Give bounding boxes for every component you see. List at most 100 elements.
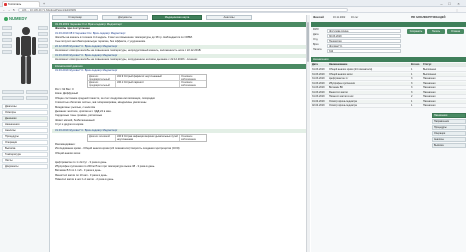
list-cell: 3: [411, 86, 413, 89]
list-cell: 31.03.2019: [312, 72, 325, 76]
app-logo: NUMEDY: [4, 16, 44, 22]
list-item[interactable]: 01.04.2019 Осмотр врача-педиатра 1 Назначен…: [311, 99, 466, 104]
table-row[interactable]: Диагноз основной J06.9 Острая инфекция в…: [88, 135, 206, 141]
browser-menu-icon[interactable]: ⋮: [455, 8, 459, 12]
field-label: Дата: [313, 33, 319, 36]
list-cell: 1: [411, 104, 413, 107]
field-input[interactable]: 30.03.2019: [327, 33, 401, 38]
birth-date: 16.11.2002: [333, 16, 346, 19]
sidebar-item[interactable]: Температура: [2, 152, 48, 157]
list-item[interactable]: 31.03.2019 Ибупрофен суспензия 3 Назначено: [311, 81, 466, 86]
main-tabs: Стационар Документы Медицинская карта Ан…: [52, 15, 312, 21]
quick-button[interactable]: [2, 44, 12, 48]
side-action-button[interactable]: Операции: [432, 131, 466, 136]
gender-label: Женский: [313, 16, 324, 19]
list-cell: 01.04.2019: [312, 99, 325, 103]
quick-button[interactable]: [38, 32, 48, 36]
quick-button[interactable]: [2, 38, 12, 42]
sidebar-item[interactable]: Листы: [2, 158, 48, 163]
reload-icon[interactable]: ↻: [12, 8, 16, 12]
list-item[interactable]: 31.03.2019 Общий анализ крови (24 показат…: [311, 68, 466, 72]
list-cell: 31.03.2019: [312, 95, 325, 98]
minimize-icon[interactable]: –: [438, 0, 445, 7]
sidebar-item[interactable]: Диагнозы: [2, 104, 48, 109]
forward-icon[interactable]: →: [7, 8, 11, 12]
quick-button[interactable]: [2, 26, 12, 30]
list-item[interactable]: 02.04.2019 Осмотр врача-педиатра 1 Назначен…: [311, 104, 466, 108]
print-button[interactable]: Печать: [427, 29, 445, 34]
field-input[interactable]: Жусова Г.С.: [327, 43, 401, 48]
list-cell: 31.03.2019: [312, 86, 325, 89]
side-action-button[interactable]: Назначения: [432, 113, 466, 118]
quick-button[interactable]: [2, 32, 12, 36]
sidebar-item[interactable]: Дневники: [2, 116, 48, 121]
logo-text: NUMEDY: [9, 16, 28, 21]
quick-button[interactable]: [38, 50, 48, 54]
table-row[interactable]: Диагноз предварительный J06.1 Острый лар…: [88, 81, 206, 87]
field-label: ФИО: [313, 28, 319, 31]
side-action-button[interactable]: Процедуры: [432, 125, 466, 130]
sidebar-item[interactable]: Процедуры: [2, 134, 48, 139]
side-action-button[interactable]: Направления: [432, 119, 466, 124]
quick-button[interactable]: [38, 38, 48, 42]
sidebar-item[interactable]: Анализы: [2, 128, 48, 133]
close-icon[interactable]: ×: [455, 0, 462, 7]
list-cell: 3: [411, 77, 413, 80]
list-cell: Пимесол капли в нос: [329, 95, 354, 98]
list-cell: Назначено: [423, 86, 436, 89]
list-cell: 1: [411, 99, 413, 103]
url-input[interactable]: HIS ... 10.145.40.71 /Medical/Patient/Ed…: [18, 8, 348, 12]
recommendation-line: Пимесол капли в нос 1-2 капли - 2 раза в…: [55, 178, 114, 182]
filter-button[interactable]: [2, 90, 24, 94]
exam-line: Слизистые оболочки чистые, зев гиперемир…: [55, 101, 147, 105]
scrollbar-thumb[interactable]: [307, 22, 309, 62]
quick-button[interactable]: [38, 44, 48, 48]
diag-type: Диагноз основной: [88, 135, 116, 141]
list-cell: Назначено: [423, 104, 436, 107]
tab-documents[interactable]: Документы: [102, 15, 148, 20]
cancel-button[interactable]: Отмена: [447, 29, 464, 34]
list-item[interactable]: 31.03.2019 Витамин В6 3 Назначено: [311, 86, 466, 90]
tab-analyses[interactable]: Анализы: [206, 15, 252, 20]
list-cell: Назначено: [423, 95, 436, 98]
tab-title: Госпиталь: [8, 2, 22, 6]
maximize-icon[interactable]: □: [446, 0, 453, 7]
back-icon[interactable]: ←: [2, 8, 6, 12]
save-button[interactable]: Сохранить: [407, 29, 425, 34]
tab-medical-card[interactable]: Медицинская карта: [152, 15, 202, 20]
tab-stationary[interactable]: Стационар: [52, 15, 98, 20]
column-qty[interactable]: Кол-во: [411, 63, 423, 66]
filter-button[interactable]: [2, 96, 24, 100]
complaint-text: Сын получил антибактериальную терапию, б…: [55, 40, 146, 43]
filter-button[interactable]: [26, 96, 48, 100]
exam-line: Дыхание: жесткое, хрипов нет. ЧДД 24 в м…: [55, 110, 112, 113]
field-input[interactable]: Жусупова Алина: [327, 28, 401, 33]
list-item[interactable]: 31.03.2019 Фенистил капли 3 Назначено: [311, 90, 466, 95]
column-name[interactable]: Наименование: [329, 63, 411, 66]
body-silhouette-icon[interactable]: [14, 26, 38, 86]
list-item[interactable]: 31.03.2019 Цефтриаксон 1 г 3 Назначено: [311, 77, 466, 81]
side-action-button[interactable]: Выписка: [432, 143, 466, 148]
entry-author-line: 31.03.2019 Жусова Г.С. Врач-педиатр Медэ…: [55, 69, 118, 72]
sidebar-item[interactable]: Выписка: [2, 146, 48, 151]
filter-button[interactable]: [26, 90, 48, 94]
column-status[interactable]: Статус: [423, 63, 443, 66]
recommendation-line: Исследование крови - Общий анализ крови …: [55, 147, 180, 151]
sidebar-item[interactable]: Назначения: [2, 122, 48, 127]
section-title: Жалобы при поступлении: [55, 27, 90, 30]
exam-line: Рост: 92 Вес: 0: [55, 88, 74, 91]
new-tab-plus-icon[interactable]: +: [42, 1, 46, 6]
side-action-button[interactable]: Анализы: [432, 137, 466, 142]
field-input[interactable]: Педиатрия: [327, 38, 401, 43]
field-input[interactable]: 312: [327, 48, 401, 53]
list-item[interactable]: 31.03.2019 Общий анализ мочи 1 Выполнено: [311, 72, 466, 77]
diagnosis-table: Диагноз предварительный J02.9 Острый фар…: [87, 74, 207, 88]
sidebar-item[interactable]: Операции: [2, 140, 48, 145]
quick-button[interactable]: [2, 50, 12, 54]
sidebar-item[interactable]: Осмотры: [2, 110, 48, 115]
sidebar-item[interactable]: Документы: [2, 164, 48, 169]
quick-button[interactable]: [38, 26, 48, 30]
list-item[interactable]: 31.03.2019 Пимесол капли в нос 2 Назначено: [311, 95, 466, 99]
column-date[interactable]: Дата: [311, 63, 329, 66]
list-header-row: Дата Наименование Кол-во Статус: [311, 63, 466, 67]
